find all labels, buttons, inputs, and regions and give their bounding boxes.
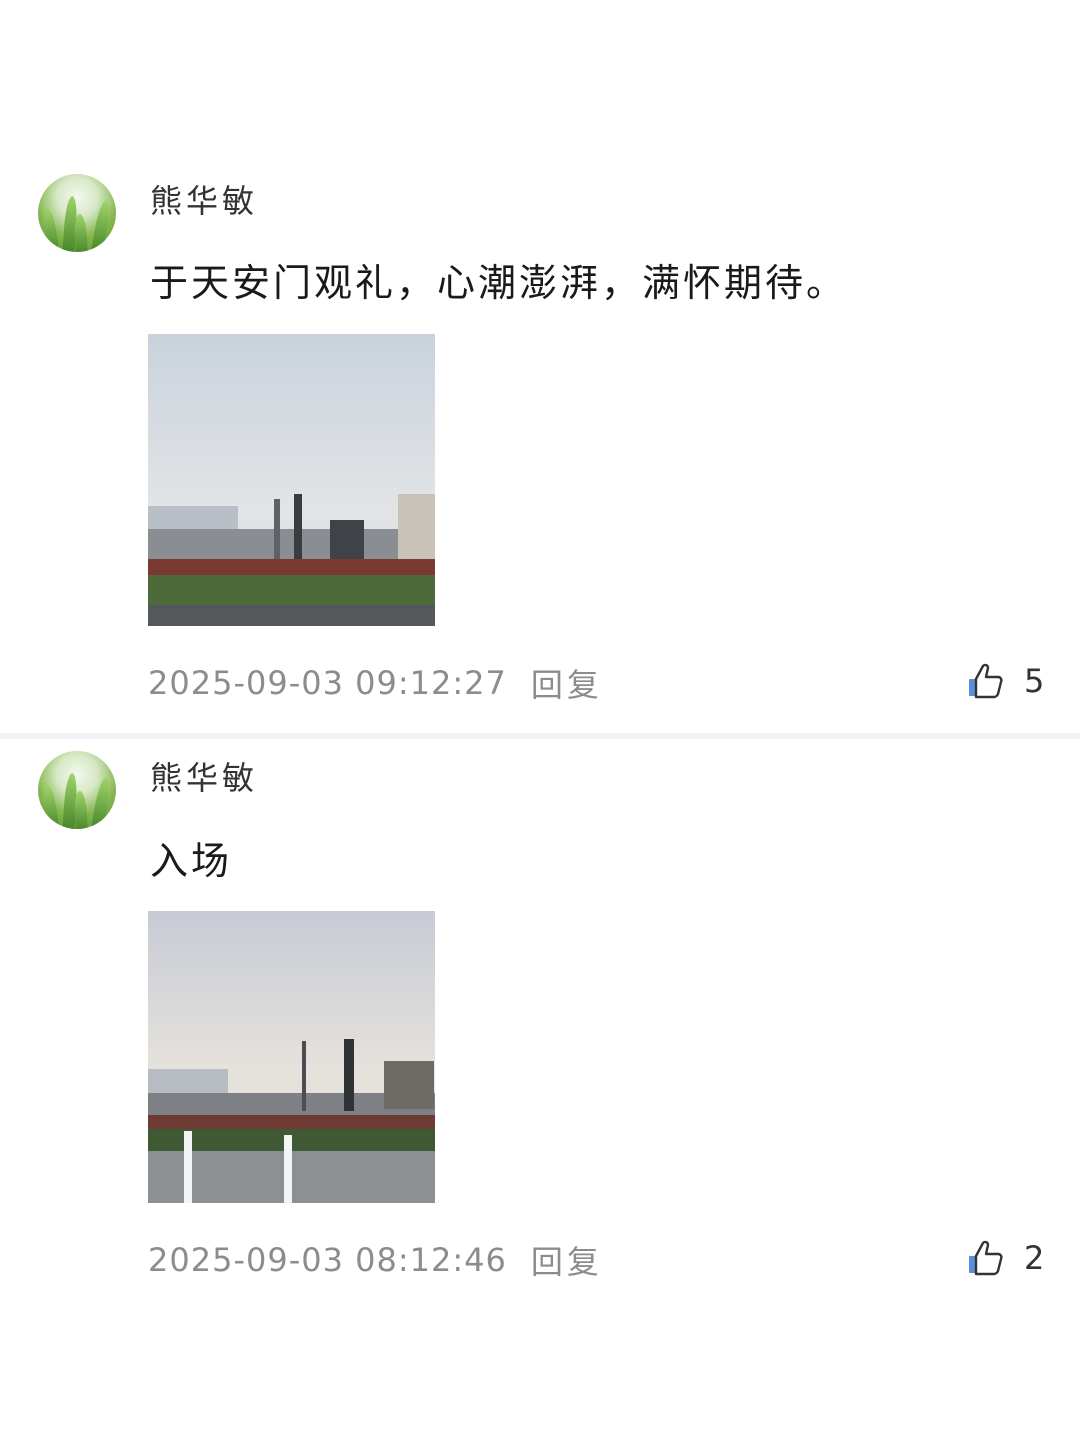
avatar[interactable]	[38, 174, 116, 252]
like-button[interactable]: 2	[966, 1239, 1044, 1277]
grass-blade	[41, 784, 60, 829]
tiananmen-photo	[148, 911, 435, 1203]
grass-blade	[73, 213, 88, 252]
grass-blade	[73, 790, 88, 829]
comment-text: 于天安门观礼，心潮澎湃，满怀期待。	[150, 261, 848, 305]
avatar[interactable]	[38, 751, 116, 829]
timestamp: 2025-09-03 09:12:27	[148, 664, 507, 702]
grass-blade	[90, 199, 112, 252]
like-count: 2	[1024, 1239, 1045, 1277]
comment-meta: 2025-09-03 08:12:46 回复	[148, 1237, 603, 1283]
divider	[0, 733, 1080, 739]
thumbs-up-icon	[969, 1240, 1003, 1276]
username[interactable]: 熊华敏	[150, 176, 258, 222]
like-count: 5	[1024, 662, 1045, 700]
like-button[interactable]: 5	[966, 662, 1044, 700]
comment-text: 入场	[150, 839, 233, 883]
comment-photo[interactable]	[148, 911, 435, 1203]
reply-button[interactable]: 回复	[531, 660, 603, 706]
comment-photo[interactable]	[148, 334, 435, 626]
reply-button[interactable]: 回复	[531, 1237, 603, 1283]
grass-blade	[90, 776, 112, 829]
timestamp: 2025-09-03 08:12:46	[148, 1241, 507, 1279]
tiananmen-photo	[148, 334, 435, 626]
username[interactable]: 熊华敏	[150, 753, 258, 799]
comment-meta: 2025-09-03 09:12:27 回复	[148, 660, 603, 706]
thumbs-up-icon	[969, 663, 1003, 699]
grass-blade	[41, 207, 60, 252]
